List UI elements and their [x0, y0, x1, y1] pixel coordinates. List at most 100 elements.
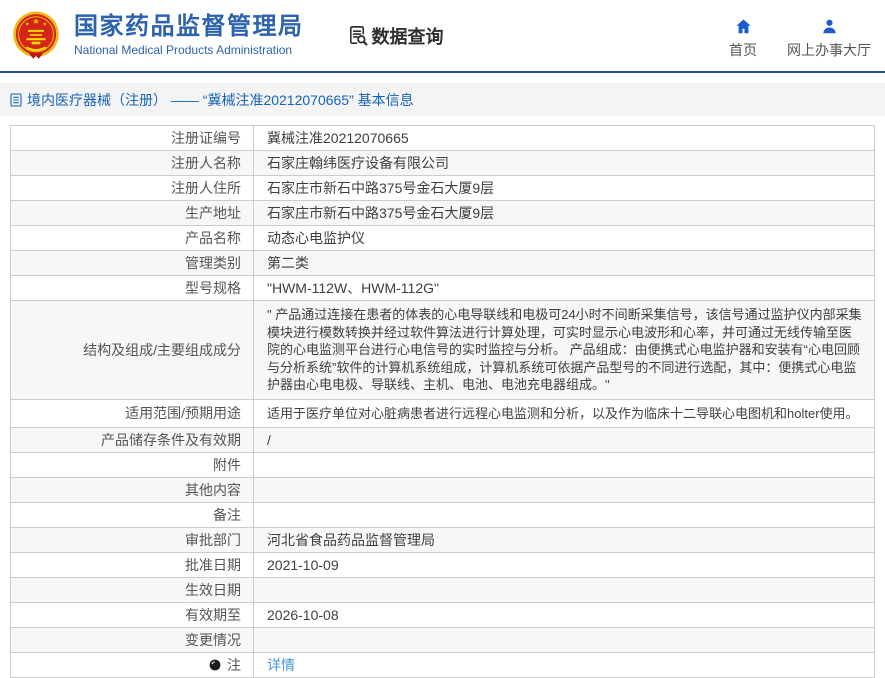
row-label: 适用范围/预期用途 — [125, 405, 241, 422]
row-label-cell: 生效日期 — [10, 577, 254, 603]
nav-item-home[interactable]: 首页 — [729, 11, 757, 60]
row-value: 第二类 — [267, 255, 309, 271]
table-row: 生产地址 石家庄市新石中路375号金石大厦9层 — [10, 200, 875, 226]
row-label: 生产地址 — [185, 205, 241, 221]
svg-text:★: ★ — [43, 21, 47, 27]
row-value: 2021-10-09 — [267, 557, 339, 573]
row-value: 动态心电监护仪 — [267, 230, 365, 246]
table-row: 注 详情 — [10, 652, 875, 678]
note-icon — [209, 659, 221, 671]
row-label: 审批部门 — [185, 532, 241, 548]
row-value-cell — [253, 477, 875, 503]
row-value-cell: 河北省食品药品监督管理局 — [253, 527, 875, 553]
svg-text:★: ★ — [25, 21, 29, 27]
row-label: 注册证编号 — [171, 130, 241, 146]
row-value: 石家庄市新石中路375号金石大厦9层 — [267, 180, 495, 196]
row-value-cell: 2026-10-08 — [253, 602, 875, 628]
breadcrumb: 境内医疗器械（注册） —— “冀械注准20212070665” 基本信息 — [0, 83, 885, 116]
table-row: 管理类别 第二类 — [10, 250, 875, 276]
row-value-cell: 动态心电监护仪 — [253, 225, 875, 251]
row-label-cell: 注册人名称 — [10, 150, 254, 176]
row-label-cell: 注册人住所 — [10, 175, 254, 201]
table-row: 其他内容 — [10, 477, 875, 503]
row-label: 附件 — [213, 457, 241, 473]
table-row: 批准日期 2021-10-09 — [10, 552, 875, 578]
row-value: 适用于医疗单位对心脏病患者进行远程心电监测和分析，以及作为临床十二导联心电图机和… — [267, 405, 859, 421]
national-emblem-icon: ★ ★ ★ — [13, 11, 59, 59]
row-value: 河北省食品药品监督管理局 — [267, 532, 435, 548]
table-row: 适用范围/预期用途 适用于医疗单位对心脏病患者进行远程心电监测和分析，以及作为临床… — [10, 398, 875, 428]
table-row: 注册证编号 冀械注准20212070665 — [10, 125, 875, 151]
row-label-cell: 产品名称 — [10, 225, 254, 251]
table-row: 变更情况 — [10, 627, 875, 653]
data-query-tab[interactable]: 数据查询 — [346, 23, 444, 49]
row-label: 产品储存条件及有效期 — [101, 432, 241, 448]
header-nav: 首页 网上办事大厅 — [729, 11, 871, 60]
nav-item-label: 网上办事大厅 — [787, 42, 871, 58]
row-label-cell: 有效期至 — [10, 602, 254, 628]
row-value-cell: 石家庄翰纬医疗设备有限公司 — [253, 150, 875, 176]
row-label-cell: 适用范围/预期用途 — [10, 398, 254, 428]
row-label: 管理类别 — [185, 255, 241, 271]
table-row: 有效期至 2026-10-08 — [10, 602, 875, 628]
home-icon — [735, 19, 751, 34]
document-search-icon — [349, 26, 368, 46]
row-value-cell: 2021-10-09 — [253, 552, 875, 578]
row-label-cell: 变更情况 — [10, 627, 254, 653]
nav-item-label: 首页 — [729, 42, 757, 58]
row-label: 生效日期 — [185, 582, 241, 598]
detail-link[interactable]: 详情 — [267, 657, 295, 673]
row-value: 石家庄市新石中路375号金石大厦9层 — [267, 205, 495, 221]
row-label: 注 — [227, 657, 241, 673]
table-row: 产品名称 动态心电监护仪 — [10, 225, 875, 251]
row-value-cell: 冀械注准20212070665 — [253, 125, 875, 151]
row-label-cell: 批准日期 — [10, 552, 254, 578]
table-row: 审批部门 河北省食品药品监督管理局 — [10, 527, 875, 553]
row-value-cell — [253, 627, 875, 653]
row-label: 批准日期 — [185, 557, 241, 573]
org-name-zh: 国家药品监督管理局 — [74, 13, 304, 40]
org-title-block: 国家药品监督管理局 National Medical Products Admi… — [74, 13, 304, 57]
row-label: 注册人住所 — [171, 180, 241, 196]
org-name-en: National Medical Products Administration — [74, 43, 293, 57]
table-row: 注册人住所 石家庄市新石中路375号金石大厦9层 — [10, 175, 875, 201]
row-label-cell: 结构及组成/主要组成成分 — [10, 300, 254, 400]
row-value-cell: 石家庄市新石中路375号金石大厦9层 — [253, 200, 875, 226]
breadcrumb-text: 境内医疗器械（注册） —— “冀械注准20212070665” 基本信息 — [27, 91, 414, 108]
table-row: 备注 — [10, 502, 875, 528]
table-row: 结构及组成/主要组成成分 " 产品通过连接在患者的体表的心电导联线和电极可24小时… — [10, 300, 875, 400]
table-row: 型号规格 "HWM-112W、HWM-112G" — [10, 275, 875, 301]
row-label-cell: 产品储存条件及有效期 — [10, 427, 254, 453]
svg-text:★: ★ — [32, 16, 39, 25]
row-label-cell: 型号规格 — [10, 275, 254, 301]
row-value: 冀械注准20212070665 — [267, 130, 409, 146]
registration-info-table: 注册证编号 冀械注准20212070665 注册人名称 石家庄翰纬医疗设备有限公司 注册… — [10, 125, 875, 678]
row-value-cell — [253, 577, 875, 603]
data-query-label: 数据查询 — [371, 26, 444, 47]
table-row: 注册人名称 石家庄翰纬医疗设备有限公司 — [10, 150, 875, 176]
table-row: 产品储存条件及有效期 / — [10, 427, 875, 453]
row-label: 结构及组成/主要组成成分 — [83, 341, 241, 358]
row-value-cell: / — [253, 427, 875, 453]
row-value-cell: "HWM-112W、HWM-112G" — [253, 275, 875, 301]
table-row: 附件 — [10, 452, 875, 478]
row-label-cell: 其他内容 — [10, 477, 254, 503]
table-row: 生效日期 — [10, 577, 875, 603]
row-label-cell: 注 — [10, 652, 254, 678]
row-value: 石家庄翰纬医疗设备有限公司 — [267, 155, 449, 171]
row-value-cell — [253, 452, 875, 478]
row-value-cell: 第二类 — [253, 250, 875, 276]
row-label-cell: 备注 — [10, 502, 254, 528]
row-label: 有效期至 — [185, 607, 241, 623]
row-value-cell: 石家庄市新石中路375号金石大厦9层 — [253, 175, 875, 201]
row-label-cell: 审批部门 — [10, 527, 254, 553]
nav-item-service-hall[interactable]: 网上办事大厅 — [787, 11, 871, 60]
row-label: 备注 — [213, 507, 241, 523]
row-label: 产品名称 — [185, 230, 241, 246]
row-value: / — [267, 432, 271, 448]
row-value-cell: 适用于医疗单位对心脏病患者进行远程心电监测和分析，以及作为临床十二导联心电图机和… — [253, 398, 875, 428]
row-value-cell: " 产品通过连接在患者的体表的心电导联线和电极可24小时不间断采集信号，该信号通… — [253, 300, 875, 400]
row-label: 其他内容 — [185, 482, 241, 498]
info-table-body: 注册证编号 冀械注准20212070665 注册人名称 石家庄翰纬医疗设备有限公司 注册… — [10, 125, 875, 678]
user-icon — [822, 19, 836, 34]
